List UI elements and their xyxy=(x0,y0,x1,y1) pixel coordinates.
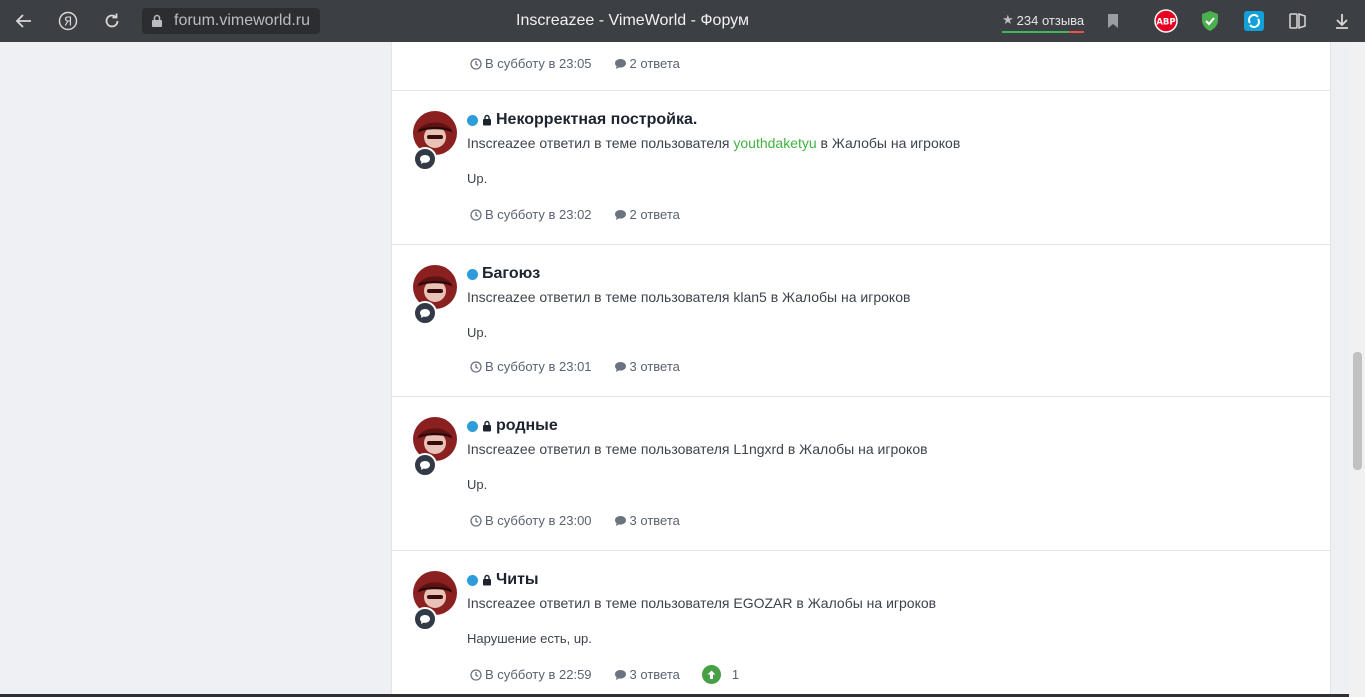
user-link[interactable]: EGOZAR xyxy=(733,595,792,611)
comment-badge-icon xyxy=(413,453,437,477)
forum-link[interactable]: в Жалобы на игроков xyxy=(767,289,911,305)
reputation-count: 1 xyxy=(731,667,740,682)
forum-link[interactable]: в Жалобы на игроков xyxy=(784,441,928,457)
comment-icon xyxy=(614,209,626,220)
entry-footer: В субботу в 23:00 3 ответа xyxy=(470,513,702,528)
entry-title-row: родные xyxy=(467,417,558,435)
activity-stream: В субботу в 23:05 2 ответа Некорректная … xyxy=(391,42,1331,697)
page-background: В субботу в 23:05 2 ответа Некорректная … xyxy=(0,42,1365,697)
topic-title[interactable]: Багоюз xyxy=(482,265,540,283)
entry-title-row: Читы xyxy=(467,571,539,589)
lock-icon xyxy=(483,574,491,586)
comment-icon xyxy=(614,515,626,526)
entry-meta: Inscreazee ответил в теме пользователя E… xyxy=(467,595,936,611)
entry-meta: Inscreazee ответил в теме пользователя L… xyxy=(467,441,928,457)
clock-icon xyxy=(470,514,482,527)
entry-snippet: Нарушение есть, up. xyxy=(467,631,592,646)
meta-text: Inscreazee ответил в теме пользователя xyxy=(467,595,734,611)
scrollbar[interactable] xyxy=(1349,42,1365,697)
download-icon[interactable] xyxy=(1330,9,1354,33)
time-group: В субботу в 23:05 xyxy=(470,56,592,71)
comment-badge-icon xyxy=(413,607,437,631)
entry-meta: Inscreazee ответил в теме пользователя y… xyxy=(467,135,960,151)
unread-dot-icon xyxy=(467,574,478,586)
clock-icon xyxy=(470,360,482,373)
unread-dot-icon xyxy=(467,114,478,126)
activity-entry: Багоюз Inscreazee ответил в теме пользов… xyxy=(392,245,1330,397)
entry-replies[interactable]: 3 ответа xyxy=(630,513,680,528)
user-link[interactable]: klan5 xyxy=(733,289,766,305)
lock-icon xyxy=(483,114,491,126)
forum-link[interactable]: в Жалобы на игроков xyxy=(817,135,961,151)
activity-entry: Некорректная постройка. Inscreazee ответ… xyxy=(392,91,1330,245)
entry-footer: В субботу в 22:59 3 ответа 1 xyxy=(470,665,761,684)
entry-replies[interactable]: 3 ответа xyxy=(630,359,680,374)
time-group: В субботу в 22:59 xyxy=(470,667,592,682)
entry-footer: В субботу в 23:05 2 ответа xyxy=(470,56,702,71)
meta-text: Inscreazee ответил в теме пользователя xyxy=(467,289,734,305)
clock-icon xyxy=(470,208,482,221)
entry-footer: В субботу в 23:02 2 ответа xyxy=(470,207,702,222)
entry-snippet: Up. xyxy=(467,477,488,492)
clock-icon xyxy=(470,668,482,681)
upvote-arrow-icon[interactable] xyxy=(701,665,721,684)
scrollbar-thumb[interactable] xyxy=(1353,352,1362,470)
entry-title-row: Некорректная постройка. xyxy=(467,111,697,129)
meta-text: Inscreazee ответил в теме пользователя xyxy=(467,135,734,151)
comment-icon xyxy=(614,361,626,372)
clock-icon xyxy=(470,57,482,70)
entry-snippet: Up. xyxy=(467,171,488,186)
reputation-group: 1 xyxy=(701,665,740,684)
replies-group: 3 ответа xyxy=(614,513,680,528)
entry-replies[interactable]: 2 ответа xyxy=(630,56,680,71)
unread-dot-icon xyxy=(467,268,478,280)
entry-footer: В субботу в 23:01 3 ответа xyxy=(470,359,702,374)
topic-title[interactable]: родные xyxy=(496,417,558,435)
time-group: В субботу в 23:01 xyxy=(470,359,592,374)
topic-title[interactable]: Читы xyxy=(496,571,539,589)
entry-snippet: Up. xyxy=(467,325,488,340)
activity-entry: Читы Inscreazee ответил в теме пользоват… xyxy=(392,551,1330,697)
comment-icon xyxy=(614,669,626,680)
entry-title-row: Багоюз xyxy=(467,265,540,283)
entry-replies[interactable]: 2 ответа xyxy=(630,207,680,222)
entry-time[interactable]: В субботу в 23:02 xyxy=(485,207,592,222)
replies-group: 2 ответа xyxy=(614,207,680,222)
replies-group: 3 ответа xyxy=(614,359,680,374)
time-group: В субботу в 23:00 xyxy=(470,513,592,528)
lock-icon xyxy=(483,420,491,432)
meta-text: Inscreazee ответил в теме пользователя xyxy=(467,441,734,457)
forum-link[interactable]: в Жалобы на игроков xyxy=(793,595,936,611)
replies-group: 3 ответа xyxy=(614,667,680,682)
replies-group: 2 ответа xyxy=(614,56,680,71)
entry-time[interactable]: В субботу в 23:05 xyxy=(485,56,592,71)
activity-entry: родные Inscreazee ответил в теме пользов… xyxy=(392,397,1330,551)
activity-entry-partial: В субботу в 23:05 2 ответа xyxy=(392,0,1330,91)
entry-time[interactable]: В субботу в 23:00 xyxy=(485,513,592,528)
comment-badge-icon xyxy=(413,301,437,325)
entry-time[interactable]: В субботу в 23:01 xyxy=(485,359,592,374)
user-link[interactable]: youthdaketyu xyxy=(733,135,816,151)
comment-badge-icon xyxy=(413,147,437,171)
topic-title[interactable]: Некорректная постройка. xyxy=(496,111,697,129)
user-link[interactable]: L1ngxrd xyxy=(733,441,784,457)
entry-replies[interactable]: 3 ответа xyxy=(630,667,680,682)
entry-meta: Inscreazee ответил в теме пользователя k… xyxy=(467,289,910,305)
unread-dot-icon xyxy=(467,420,478,432)
time-group: В субботу в 23:02 xyxy=(470,207,592,222)
comment-icon xyxy=(614,58,626,69)
entry-time[interactable]: В субботу в 22:59 xyxy=(485,667,592,682)
